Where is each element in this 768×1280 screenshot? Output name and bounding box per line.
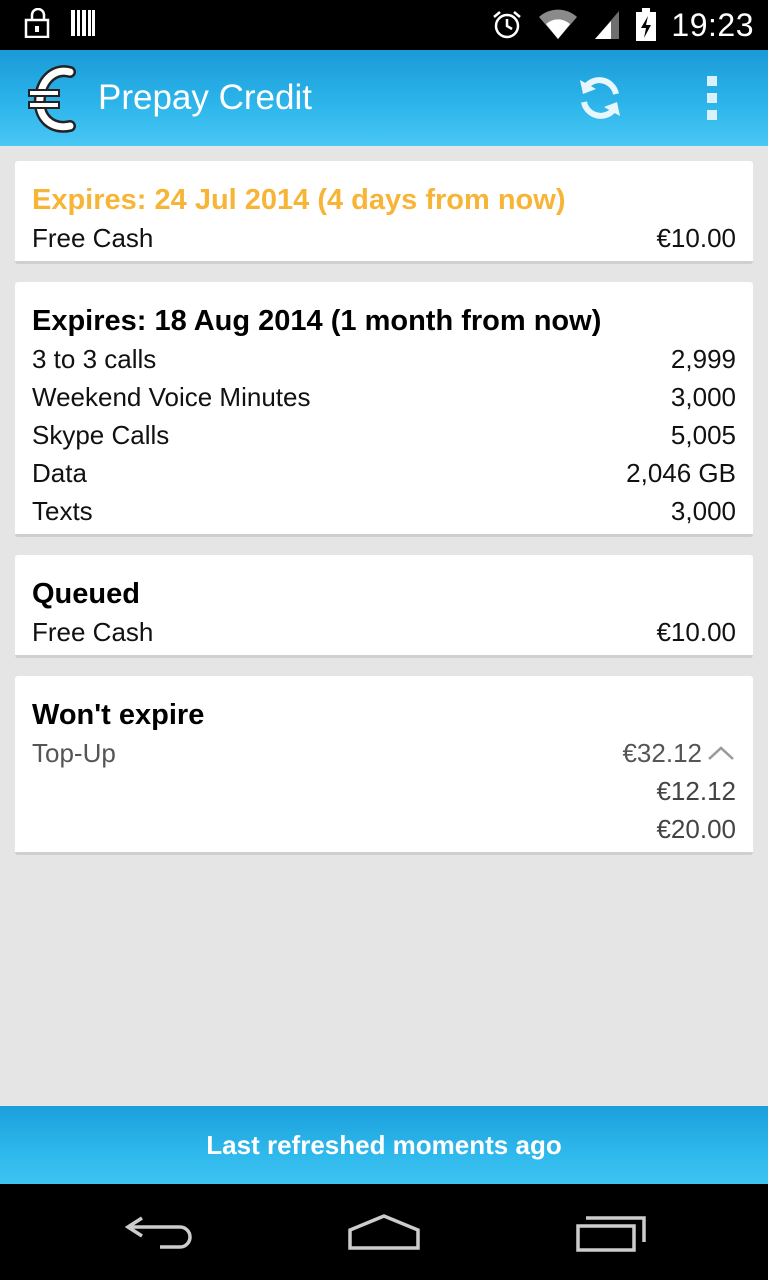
card-title: Won't expire [32,699,205,731]
refresh-icon[interactable] [572,70,628,126]
list-item: Texts 3,000 [32,492,736,530]
credit-list: Expires: 24 Jul 2014 (4 days from now) F… [15,161,753,873]
item-value: €10.00 [656,223,736,253]
item-value: €32.12 [622,738,702,768]
item-value: 2,999 [670,344,736,374]
recent-apps-icon[interactable] [570,1210,650,1254]
item-value: 2,046 GB [626,458,736,488]
euro-phone-logo[interactable] [26,64,86,134]
app-title: Prepay Credit [98,78,312,117]
chevron-up-icon[interactable] [706,743,736,763]
status-time: 19:23 [671,6,754,43]
banner-text: Last refreshed moments ago [206,1129,562,1160]
card-title: Queued [32,578,140,610]
list-item: Data 2,046 GB [32,454,736,492]
list-item: Skype Calls 5,005 [32,416,736,454]
item-value: 3,000 [670,496,736,526]
list-item: €12.12 [32,772,736,810]
item-label: Weekend Voice Minutes [32,382,311,412]
signal-icon [595,11,620,39]
list-item: Weekend Voice Minutes 3,000 [32,378,736,416]
item-label: Skype Calls [32,420,170,450]
list-item: €20.00 [32,810,736,848]
home-icon[interactable] [344,1210,424,1254]
back-icon[interactable] [120,1210,200,1254]
action-bar: Prepay Credit [0,50,768,146]
barcode-icon [71,10,95,36]
item-label: Top-Up [32,738,116,768]
overflow-menu-icon[interactable] [690,70,734,126]
item-label: Free Cash [32,617,154,647]
item-value: €20.00 [656,814,736,844]
wifi-icon [539,9,578,39]
battery-charging-icon [636,8,657,41]
card-wont-expire: Won't expire Top-Up €32.12 €12.12 €20.00 [15,676,753,855]
item-label: Free Cash [32,223,154,253]
card-queued: Queued Free Cash €10.00 [15,555,753,658]
alarm-icon [493,11,522,39]
card-title: Expires: 18 Aug 2014 (1 month from now) [32,305,602,337]
lock-icon [24,8,50,38]
item-value: 3,000 [670,382,736,412]
item-value: €12.12 [656,776,736,806]
item-value: €10.00 [656,617,736,647]
topup-row[interactable]: Top-Up €32.12 [32,734,736,772]
card-expiring-soon: Expires: 24 Jul 2014 (4 days from now) F… [15,161,753,264]
item-label: 3 to 3 calls [32,344,157,374]
item-label: Data [32,458,87,488]
card-expires-aug: Expires: 18 Aug 2014 (1 month from now) … [15,282,753,537]
list-item: Free Cash €10.00 [32,613,736,651]
item-value: 5,005 [670,420,736,450]
status-bar: 19:23 [0,0,768,50]
list-item: Free Cash €10.00 [32,219,736,257]
last-refreshed-banner: Last refreshed moments ago [0,1106,768,1184]
card-title: Expires: 24 Jul 2014 (4 days from now) [32,184,566,216]
list-item: 3 to 3 calls 2,999 [32,340,736,378]
item-label: Texts [32,496,93,526]
navigation-bar [0,1184,768,1280]
